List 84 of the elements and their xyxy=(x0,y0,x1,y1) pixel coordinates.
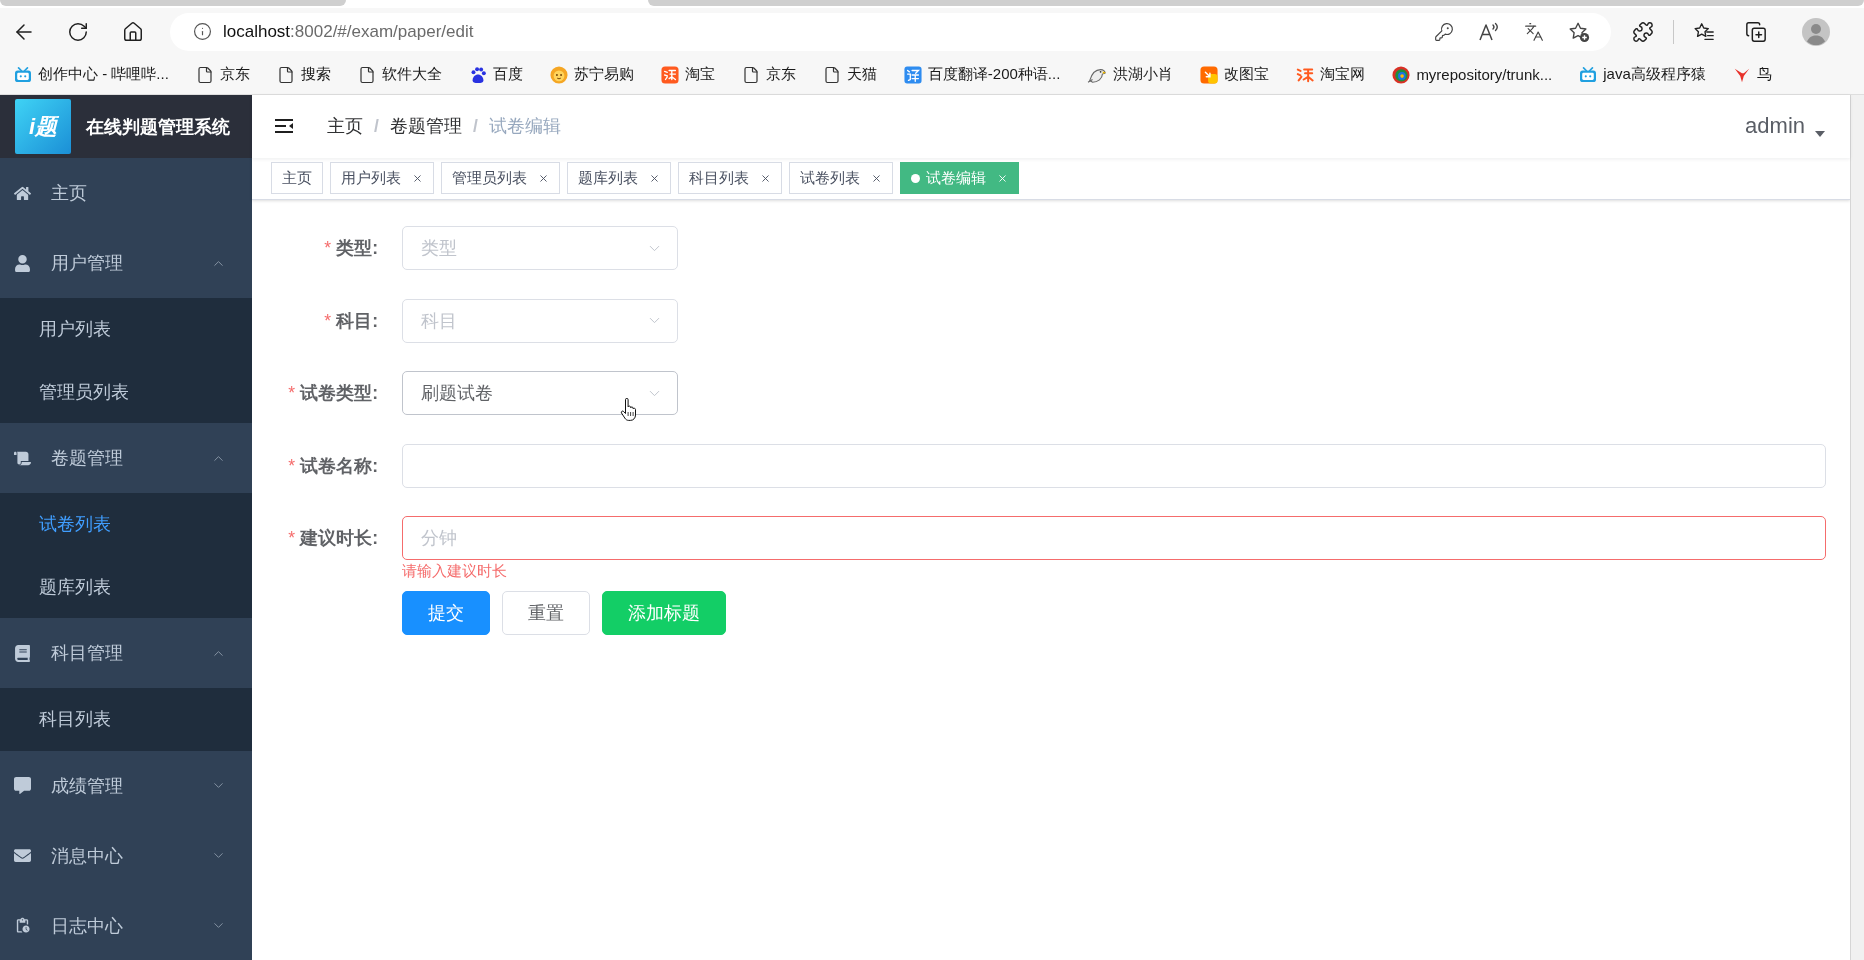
image-tile-icon xyxy=(1200,65,1219,84)
breadcrumb-link[interactable]: 主页 xyxy=(327,114,363,139)
favorites-icon[interactable] xyxy=(1693,20,1715,43)
tv-icon xyxy=(14,66,32,83)
page-icon xyxy=(276,65,295,84)
lion-face-icon xyxy=(549,65,568,84)
log-document-icon xyxy=(14,917,31,934)
bookmark[interactable]: 软件大全 xyxy=(348,65,451,84)
page-tab[interactable]: 试卷列表 xyxy=(789,162,893,195)
page-icon xyxy=(741,65,760,84)
read-aloud-icon[interactable] xyxy=(1478,21,1500,42)
page-tab[interactable]: 科目列表 xyxy=(678,162,782,195)
bookmark[interactable]: 淘宝 xyxy=(651,65,724,84)
bookmark[interactable]: 淘宝网 xyxy=(1287,65,1375,84)
app-logo: i题 xyxy=(15,99,71,154)
close-icon[interactable] xyxy=(649,172,660,184)
close-icon[interactable] xyxy=(412,172,423,184)
input-field[interactable]: 分钟 xyxy=(402,516,1826,560)
user-icon xyxy=(14,254,31,272)
url-text: localhost:8002/#/exam/paper/edit xyxy=(223,21,474,42)
tv-icon xyxy=(1579,66,1598,83)
close-icon[interactable] xyxy=(538,172,549,184)
app-title: 在线判题管理系统 xyxy=(86,115,230,139)
page-icon xyxy=(195,65,214,84)
bookmark[interactable]: 创作中心 - 哔哩哔... xyxy=(5,65,178,84)
home-icon xyxy=(14,184,31,202)
page-tab[interactable]: 用户列表 xyxy=(330,162,434,195)
field-label: * 试卷名称: xyxy=(287,454,379,478)
page-icon xyxy=(357,65,376,84)
bookmark[interactable]: java高级程序猿 xyxy=(1570,65,1715,84)
address-bar[interactable]: localhost:8002/#/exam/paper/edit xyxy=(170,12,1611,51)
submenu-item[interactable]: 科目列表 xyxy=(0,688,252,751)
refresh-icon[interactable] xyxy=(67,20,89,43)
bookmark[interactable]: 百度 xyxy=(459,65,532,84)
puzzle-icon[interactable] xyxy=(1632,20,1654,43)
color-ring-icon xyxy=(1392,65,1411,84)
pointer-cursor-icon xyxy=(620,398,637,422)
book-icon xyxy=(14,644,31,662)
user-menu[interactable]: admin xyxy=(1745,113,1825,140)
error-message: 请输入建议时长 xyxy=(402,562,508,580)
collections-icon[interactable] xyxy=(1745,20,1767,43)
close-icon[interactable] xyxy=(760,172,771,184)
submenu-item[interactable]: 管理员列表 xyxy=(0,360,252,423)
field-label: * 类型: xyxy=(323,237,379,260)
submenu-item[interactable]: 题库列表 xyxy=(0,555,252,618)
avatar-icon[interactable] xyxy=(1802,17,1830,46)
bookmark[interactable]: 京东 xyxy=(186,65,259,84)
page-icon xyxy=(822,65,841,84)
bookmark[interactable]: 鸟 xyxy=(1723,65,1781,84)
bookmark[interactable]: 京东 xyxy=(732,65,805,84)
page-tab[interactable]: 主页 xyxy=(271,162,323,195)
chat-bubble-icon xyxy=(14,777,31,794)
breadcrumb-separator: / xyxy=(374,115,379,137)
page-tab[interactable]: 题库列表 xyxy=(567,162,671,195)
translate-tile-icon xyxy=(903,65,922,84)
submenu-item[interactable]: 试卷列表 xyxy=(0,493,252,556)
breadcrumb-current: 试卷编辑 xyxy=(488,115,561,139)
bookmark[interactable]: myrepository/trunk... xyxy=(1383,65,1562,84)
glyph-tile-icon xyxy=(660,65,679,84)
star-plus-icon[interactable] xyxy=(1568,20,1590,43)
key-icon[interactable] xyxy=(1434,21,1454,42)
reset-button[interactable]: 重置 xyxy=(502,591,590,635)
field-label: * 试卷类型: xyxy=(287,382,379,405)
translate-icon[interactable] xyxy=(1524,21,1544,42)
bookmark[interactable]: 苏宁易购 xyxy=(540,65,643,84)
breadcrumb-separator: / xyxy=(472,115,478,137)
menu-icon[interactable] xyxy=(274,118,294,135)
page-tab[interactable]: 管理员列表 xyxy=(441,162,560,195)
info-icon[interactable] xyxy=(193,22,212,41)
bookmark[interactable]: 天猫 xyxy=(813,65,886,84)
bookmark[interactable]: 百度翻译-200种语... xyxy=(894,65,1070,84)
submenu-item[interactable]: 用户列表 xyxy=(0,298,252,361)
breadcrumb-link[interactable]: 卷题管理 xyxy=(389,114,462,139)
dot-icon xyxy=(911,173,920,183)
bookmark[interactable]: 改图宝 xyxy=(1191,65,1279,84)
document-icon xyxy=(14,449,31,467)
bookmark[interactable]: 搜索 xyxy=(267,65,340,84)
field-label: * 科目: xyxy=(323,309,379,333)
field-label: * 建议时长: xyxy=(287,527,379,550)
home-icon[interactable] xyxy=(122,20,144,43)
envelope-icon xyxy=(14,847,31,864)
close-icon[interactable] xyxy=(871,172,882,184)
caret-icon[interactable] xyxy=(1815,131,1825,138)
bookmark[interactable]: 洪湖小肖 xyxy=(1078,65,1183,84)
